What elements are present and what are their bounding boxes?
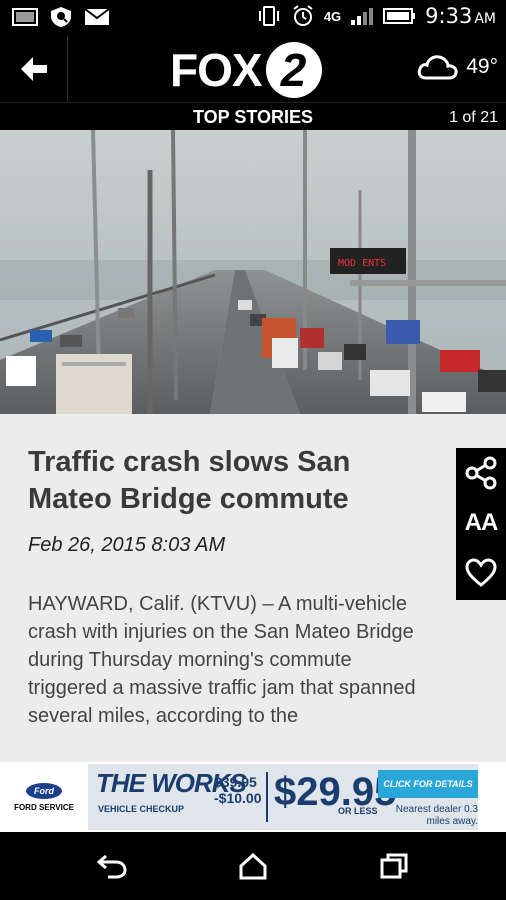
heart-icon [465, 558, 497, 587]
back-button[interactable] [0, 36, 68, 102]
article-date: Feb 26, 2015 8:03 AM [28, 534, 226, 556]
image-notification-icon [12, 8, 38, 26]
section-title: TOP STORIES [192, 107, 314, 127]
ad-cta-button[interactable]: CLICK FOR DETAILS [378, 770, 478, 798]
cloud-icon [417, 55, 458, 80]
app-header: FOX 2 49° [0, 36, 506, 102]
ad-or-less: OR LESS [338, 806, 378, 816]
home-icon [239, 852, 267, 880]
signal-icon [351, 8, 374, 25]
system-icons: 4G 9:33 AM [256, 4, 496, 28]
article-body: HAYWARD, Calif. (KTVU) – A multi-vehicle… [28, 593, 416, 727]
bridge-traffic-photo: MOD ENTS [0, 130, 506, 414]
ad-price-discount: -$10.00 [214, 790, 262, 806]
section-bar: TOP STORIES 1 of 21 [0, 102, 506, 130]
story-counter: 1 of 21 [449, 109, 498, 126]
ford-logo: Ford FORD SERVICE [0, 762, 88, 832]
logo-circle: 2 [265, 42, 322, 98]
article-content: Traffic crash slows San Mateo Bridge com… [0, 414, 506, 762]
ford-oval: Ford [26, 782, 62, 799]
status-bar: 4G 9:33 AM [0, 0, 506, 36]
system-nav-bar [0, 832, 506, 900]
font-size-button[interactable]: AA [456, 498, 506, 548]
logo-text: FOX [170, 44, 263, 96]
ad-content: THE WORKS VEHICLE CHECKUP $39.95 -$10.00… [88, 764, 478, 830]
vibrate-icon [258, 6, 279, 26]
clock: 9:33 AM [425, 4, 496, 28]
alarm-icon [293, 5, 313, 26]
notification-icons [12, 6, 110, 28]
share-icon [465, 456, 497, 490]
nav-home-button[interactable] [233, 846, 273, 886]
font-size-icon: AA [464, 509, 499, 536]
battery-icon [383, 8, 416, 24]
ad-divider [266, 772, 268, 822]
article-headline: Traffic crash slows San Mateo Bridge com… [28, 446, 351, 515]
mail-icon [84, 8, 110, 25]
shield-search-icon [51, 7, 71, 27]
nav-back-icon [96, 854, 127, 879]
nav-recents-button[interactable] [374, 846, 414, 886]
article-photo[interactable]: MOD ENTS [0, 130, 506, 414]
weather-temperature: 49° [466, 55, 498, 78]
ford-service-label: FORD SERVICE [14, 802, 74, 812]
ad-price-breakdown: $39.95 -$10.00 [214, 774, 261, 806]
ad-price-original: $39.95 [214, 774, 257, 790]
back-arrow-icon [20, 57, 47, 81]
weather-widget[interactable]: 49° [416, 52, 498, 82]
clock-time: 9:33 [425, 4, 473, 28]
article-actions: AA [456, 448, 506, 600]
favorite-button[interactable] [456, 548, 506, 598]
svg-text:MOD ENTS: MOD ENTS [338, 258, 386, 269]
share-button[interactable] [456, 448, 506, 498]
network-type: 4G [323, 8, 342, 24]
logo-number: 2 [280, 44, 307, 96]
ad-works-subtitle: VEHICLE CHECKUP [98, 804, 185, 814]
ad-banner[interactable]: Ford FORD SERVICE THE WORKS VEHICLE CHEC… [0, 762, 506, 832]
clock-ampm: AM [474, 11, 496, 27]
ad-nearest-dealer: Nearest dealer 0.3 miles away. [395, 804, 478, 827]
fox2-logo: FOX 2 [170, 42, 322, 98]
nav-back-button[interactable] [92, 846, 132, 886]
recents-icon [380, 853, 408, 879]
